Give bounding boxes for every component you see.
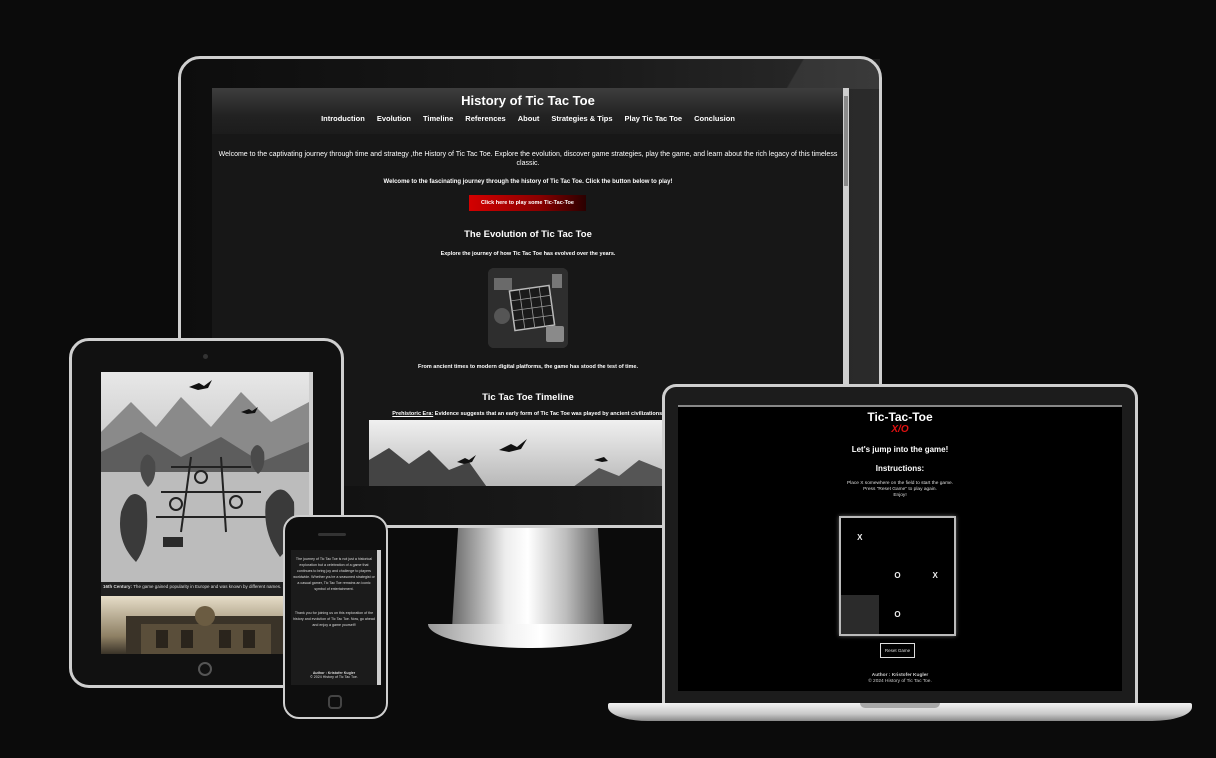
tablet-camera-icon — [203, 354, 208, 359]
monitor-stand — [452, 528, 604, 628]
instructions-title: Instructions: — [875, 464, 925, 473]
tablet-caption: 16th Century: The game gained popularity… — [101, 584, 311, 589]
welcome-text-2: Welcome to the fascinating journey throu… — [383, 179, 673, 185]
game-board: X O X O — [839, 516, 956, 636]
nav-timeline[interactable]: Timeline — [423, 114, 453, 123]
phone-scrollbar[interactable] — [377, 550, 381, 685]
laptop-notch — [860, 703, 940, 708]
nav-strategies[interactable]: Strategies & Tips — [551, 114, 612, 123]
nav-play[interactable]: Play Tic Tac Toe — [625, 114, 683, 123]
laptop-screen: Tic-Tac-Toe X/O Let's jump into the game… — [678, 405, 1122, 691]
site-title: History of Tic Tac Toe — [461, 93, 595, 108]
phone-footer-copy: © 2024 History of Tic Tac Toe. — [310, 675, 358, 679]
evolution-title: The Evolution of Tic Tac Toe — [464, 229, 592, 240]
site-header: History of Tic Tac Toe Introduction Evol… — [212, 88, 844, 134]
play-game-button[interactable]: Click here to play some Tic-Tac-Toe — [469, 195, 586, 211]
nav-about[interactable]: About — [518, 114, 540, 123]
board-cell[interactable]: O — [879, 557, 917, 596]
phone-speaker — [318, 533, 346, 536]
nav-references[interactable]: References — [465, 114, 505, 123]
phone-home-button[interactable] — [328, 695, 342, 709]
game-title: Tic-Tac-Toe — [867, 410, 933, 424]
phone-paragraph-2: Thank you for joining us on this explora… — [293, 611, 375, 627]
timeline-item-text: Evidence suggests that an early form of … — [434, 411, 664, 417]
reset-game-button[interactable]: Reset Game — [880, 643, 915, 658]
monitor-stand-base — [428, 624, 632, 648]
board-cell[interactable]: X — [841, 518, 879, 557]
evolution-image — [488, 268, 568, 348]
instructions-line-2: Press "Reset Game" to play again. — [863, 487, 937, 492]
phone-paragraph-1: The journey of Tic Tac Toe is not just a… — [293, 557, 375, 591]
board-cell[interactable]: O — [879, 595, 917, 634]
board-cell[interactable] — [879, 518, 917, 557]
laptop-footer-copy: © 2024 History of Tic Tac Toe. — [868, 679, 932, 684]
monitor-glare — [740, 59, 880, 89]
welcome-text: Welcome to the captivating journey throu… — [218, 151, 838, 167]
board-cell[interactable] — [841, 557, 879, 596]
board-cell[interactable] — [916, 518, 954, 557]
laptop-topbar — [678, 405, 1122, 407]
game-subtitle: X/O — [891, 424, 909, 435]
instructions-line-3: Enjoy! — [893, 493, 907, 498]
nav-introduction[interactable]: Introduction — [321, 114, 365, 123]
tablet-second-image — [101, 596, 309, 654]
tablet-home-button[interactable] — [198, 662, 212, 676]
tablet-screen: 16th Century: The game gained popularity… — [101, 372, 313, 654]
timeline-item-label: Prehistoric Era: — [392, 411, 434, 417]
board-cell[interactable] — [841, 595, 879, 634]
nav-evolution[interactable]: Evolution — [377, 114, 411, 123]
nav-conclusion[interactable]: Conclusion — [694, 114, 735, 123]
board-cell[interactable]: X — [916, 557, 954, 596]
tablet-caption-text: The game gained popularity in Europe and… — [133, 584, 282, 589]
tablet-caption-label: 16th Century: — [103, 584, 133, 589]
tablet-hero-image — [101, 372, 309, 582]
game-heading: Let's jump into the game! — [851, 445, 949, 454]
timeline-image — [369, 420, 664, 486]
desktop-scrollbar-thumb[interactable] — [844, 96, 848, 186]
site-nav: Introduction Evolution Timeline Referenc… — [212, 114, 844, 123]
phone-screen: The journey of Tic Tac Toe is not just a… — [291, 550, 381, 685]
board-cell[interactable] — [916, 595, 954, 634]
instructions-line-1: Place X somewhere on the field to start … — [846, 481, 954, 486]
evolution-subtitle: Explore the journey of how Tic Tac Toe h… — [440, 251, 616, 257]
laptop-footer-author: Author : Kristofer Kugler — [871, 673, 929, 678]
